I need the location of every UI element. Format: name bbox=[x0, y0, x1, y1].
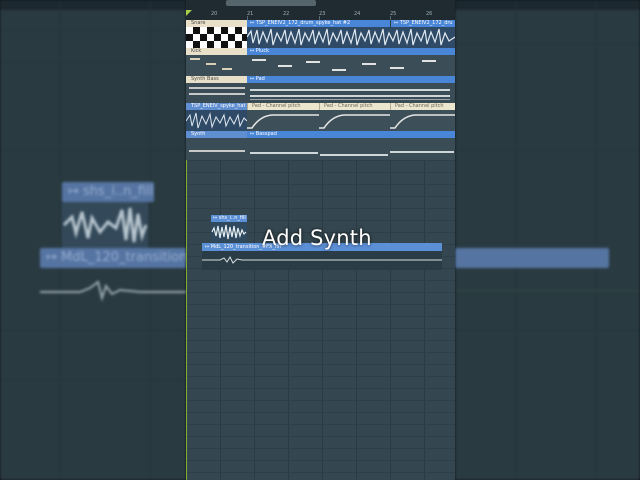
playlist-tracks: Snare ↦ TSP_ENEIV2_172_drum_spyke_hat #2… bbox=[186, 20, 455, 160]
pattern-notes bbox=[190, 58, 436, 71]
track-synth-bass[interactable]: Synth Bass ↦ Pad bbox=[186, 76, 455, 103]
grid-line bbox=[0, 30, 186, 31]
grid-line bbox=[455, 330, 640, 331]
grid-line bbox=[515, 0, 516, 480]
grid-line bbox=[595, 0, 596, 480]
automation-curves bbox=[186, 110, 455, 131]
pattern-notes bbox=[186, 83, 455, 103]
bar-number: 24 bbox=[354, 11, 361, 17]
background-wide-clip-extension bbox=[455, 248, 609, 268]
track-name[interactable]: Synth Bass bbox=[186, 76, 247, 83]
background-right-panel bbox=[455, 0, 640, 480]
bar-number: 26 bbox=[426, 11, 433, 17]
timeline-ruler[interactable]: 20 21 22 23 24 25 26 bbox=[186, 0, 455, 20]
track-name[interactable]: Synth bbox=[186, 131, 247, 138]
grid-line bbox=[0, 330, 186, 331]
background-toolbar bbox=[455, 0, 640, 10]
bar-number: 22 bbox=[283, 11, 290, 17]
grid-line bbox=[60, 0, 61, 480]
track-spyke-hat[interactable]: TSP_ENEIV_spyke_hat Pad - Channel pitch … bbox=[186, 103, 455, 131]
clip-header[interactable]: ↦ Pluck bbox=[247, 48, 455, 55]
audio-waveform bbox=[247, 27, 455, 48]
grid-line bbox=[0, 62, 186, 63]
bar-number: 20 bbox=[211, 11, 218, 17]
grid-line bbox=[0, 380, 186, 381]
audio-clip-small[interactable]: ↦ shs_i..n_fill bbox=[211, 215, 247, 242]
playhead-marker-icon[interactable] bbox=[186, 10, 192, 16]
empty-track-grid[interactable] bbox=[186, 160, 455, 480]
automation-clip-header[interactable]: Pad - Channel pitch bbox=[319, 103, 391, 110]
grid-line bbox=[455, 290, 640, 291]
track-name[interactable]: Kick bbox=[186, 48, 247, 55]
track-name[interactable]: TSP_ENEIV_spyke_hat bbox=[186, 103, 247, 110]
track-name[interactable]: Snare bbox=[186, 20, 247, 27]
track-synth[interactable]: Synth ↦ Basspad bbox=[186, 131, 455, 160]
clip-header[interactable]: ↦ TSP_ENEIV2_172_drum_spyke_hat #2 bbox=[247, 20, 390, 27]
audio-waveform bbox=[202, 255, 442, 264]
background-waveform bbox=[62, 202, 148, 248]
clip-header[interactable]: ↦ Basspad bbox=[247, 131, 455, 138]
background-wide-clip-header: ↦ MdL_120_transition bbox=[40, 248, 186, 268]
automation-clip-header[interactable]: Pad - Channel pitch bbox=[247, 103, 319, 110]
clip-header[interactable]: ↦ TSP_ENEIV2_172_dru bbox=[391, 20, 455, 27]
caption-text: Add Synth bbox=[262, 226, 372, 250]
track-snare[interactable]: Snare ↦ TSP_ENEIV2_172_drum_spyke_hat #2… bbox=[186, 20, 455, 48]
background-left-panel: ↦ shs_i..n_fill ↦ MdL_120_transition bbox=[0, 0, 186, 480]
track-kick[interactable]: Kick ↦ Pluck bbox=[186, 48, 455, 76]
grid-line bbox=[0, 150, 186, 151]
clip-header[interactable]: ↦ shs_i..n_fill bbox=[211, 215, 247, 222]
grid-line bbox=[455, 44, 640, 45]
audio-waveform bbox=[211, 224, 247, 240]
automation-clip-header[interactable]: Pad - Channel pitch bbox=[390, 103, 455, 110]
clip-header[interactable]: ↦ Pad bbox=[247, 76, 455, 83]
background-clip-header: ↦ shs_i..n_fill bbox=[62, 182, 154, 202]
background-toolbar bbox=[0, 0, 186, 10]
grid-line bbox=[150, 0, 151, 480]
background-transition-waveform bbox=[40, 280, 186, 302]
playhead-line bbox=[186, 160, 187, 480]
pattern-preview bbox=[186, 27, 247, 48]
horizontal-scrollbar[interactable] bbox=[226, 0, 316, 6]
pattern-notes bbox=[186, 138, 455, 160]
grid-line bbox=[455, 150, 640, 151]
